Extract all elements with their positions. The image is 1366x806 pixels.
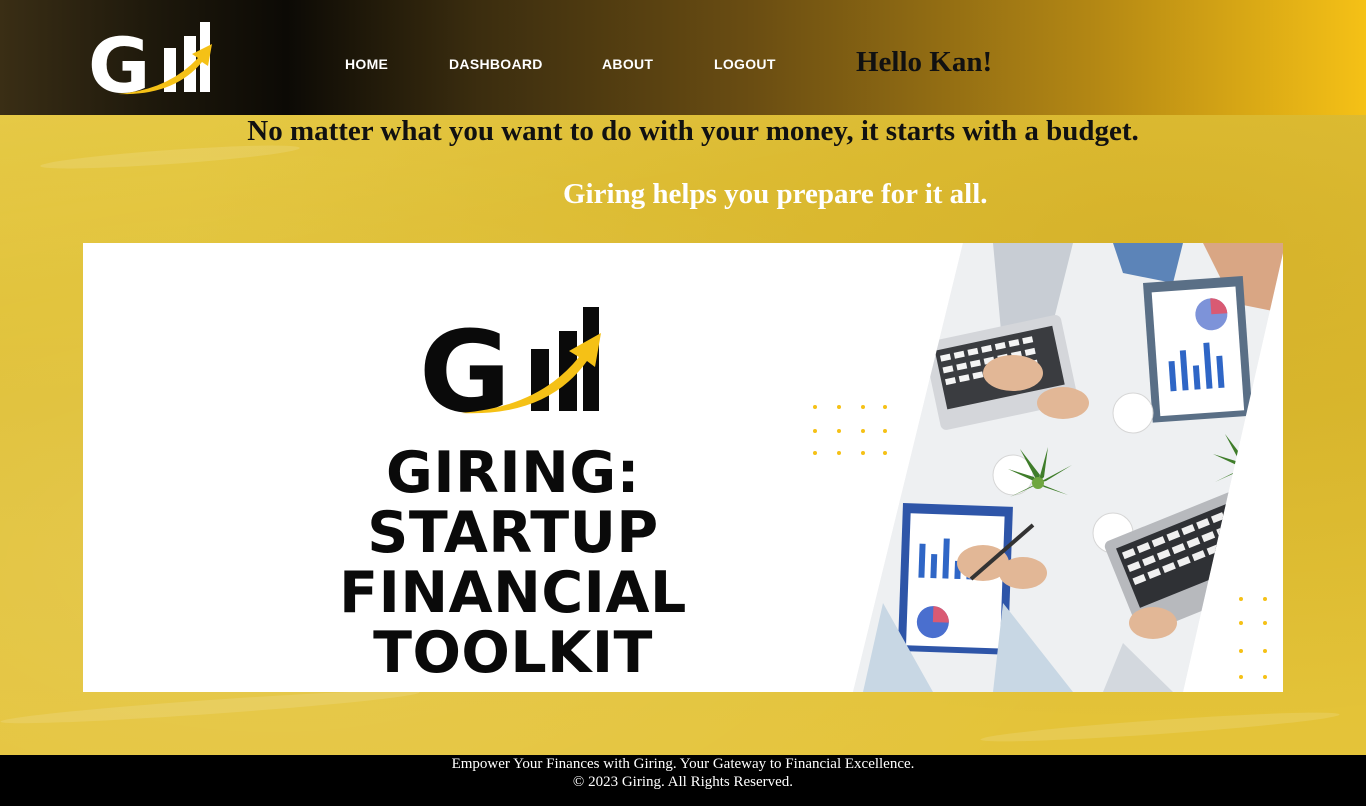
top-navbar: G HOME DASHBOARD ABOUT LOGOUT Hello Kan! <box>0 0 1366 115</box>
team-meeting-photo <box>853 243 1283 692</box>
hero-banner: G GIRING: STARTUP FINANCIAL TOOLKIT <box>83 243 1283 692</box>
logo-text: G <box>88 21 150 96</box>
background-texture <box>979 707 1341 747</box>
banner-title-line: GIRING: STARTUP <box>367 440 659 566</box>
footer-copyright: © 2023 Giring. All Rights Reserved. <box>572 774 794 790</box>
banner-title-line: FINANCIAL <box>339 560 687 626</box>
banner-title: GIRING: STARTUP FINANCIAL TOOLKIT <box>233 443 793 683</box>
footer-slogan: Empower Your Finances with Giring. Your … <box>451 756 915 772</box>
site-footer: Empower Your Finances with Giring. Your … <box>0 755 1366 806</box>
page-tagline: No matter what you want to do with your … <box>247 115 1139 147</box>
user-greeting: Hello Kan! <box>856 46 993 78</box>
nav-logout-link[interactable]: LOGOUT <box>714 56 776 72</box>
nav-about-link[interactable]: ABOUT <box>602 56 653 72</box>
page-subtagline: Giring helps you prepare for it all. <box>563 178 988 210</box>
banner-title-line: TOOLKIT <box>373 620 653 686</box>
giring-logo[interactable]: G <box>88 18 212 96</box>
nav-home-link[interactable]: HOME <box>345 56 388 72</box>
banner-logo-text: G <box>419 308 511 418</box>
banner-logo: G <box>419 307 601 418</box>
nav-dashboard-link[interactable]: DASHBOARD <box>449 56 543 72</box>
